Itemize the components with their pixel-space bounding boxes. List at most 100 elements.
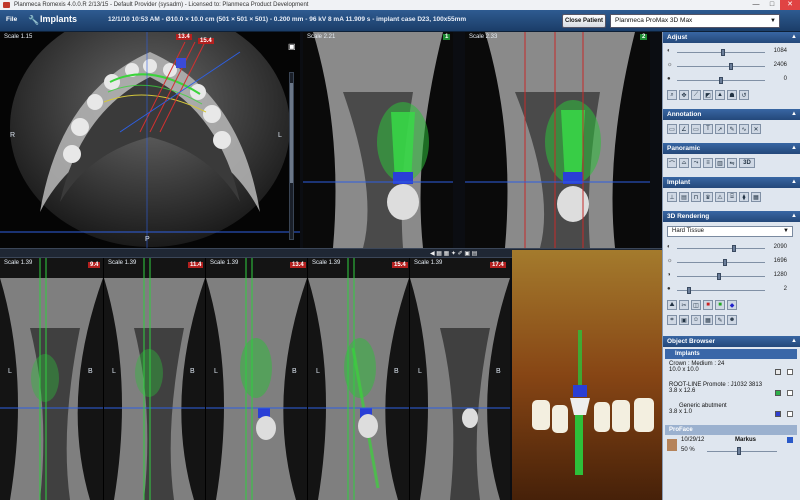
annotation-header[interactable]: Annotation ▲ bbox=[663, 109, 800, 120]
abutment-visible-checkbox[interactable] bbox=[787, 411, 793, 417]
rectangle-icon[interactable]: ▭ bbox=[691, 124, 701, 134]
object-item-implant[interactable]: ROOT-LINE Promote : J1032 3813 3.8 x 12.… bbox=[665, 382, 797, 402]
zoom-icon[interactable]: ⌕ bbox=[667, 90, 677, 100]
delete-icon[interactable]: ✕ bbox=[751, 124, 761, 134]
rendering-mode-select[interactable]: Hard Tissue ▼ bbox=[667, 226, 793, 237]
thickness-icon[interactable]: ≡ bbox=[703, 158, 713, 168]
slice-view-2[interactable]: Scale 1.39 11.4 L B bbox=[104, 258, 205, 500]
object-item-abutment[interactable]: Generic abutment 3.8 x 1.0 bbox=[665, 403, 797, 423]
file-menu[interactable]: File bbox=[6, 16, 17, 23]
abutment-icon[interactable]: ⊓ bbox=[691, 192, 701, 202]
panoramic-header[interactable]: Panoramic ▲ bbox=[663, 143, 800, 154]
axial-view[interactable]: Scale 1.15 13.4 15.4 R L P ▣ bbox=[0, 32, 300, 248]
face-icon[interactable]: ☺ bbox=[691, 315, 701, 325]
pencil-icon[interactable]: ✎ bbox=[715, 315, 725, 325]
crown-color-swatch[interactable] bbox=[775, 369, 781, 375]
report-icon[interactable]: ▦ bbox=[751, 192, 761, 202]
object-item-crown[interactable]: Crown : Medium : 24 10.0 x 10.0 bbox=[665, 361, 797, 381]
palette-icon[interactable]: ▦ bbox=[703, 315, 713, 325]
render-slider-2[interactable]: ☼ 1696 bbox=[667, 258, 797, 267]
clip-icon[interactable]: ✂ bbox=[679, 300, 689, 310]
slice-view-3[interactable]: Scale 1.39 13.4 L B bbox=[206, 258, 307, 500]
proface-color-swatch[interactable] bbox=[787, 437, 793, 443]
slice-5-scale: Scale 1.39 bbox=[414, 260, 443, 266]
angle-icon[interactable]: ∠ bbox=[679, 124, 689, 134]
guide-icon[interactable]: ⌸ bbox=[727, 192, 737, 202]
slice-view-5[interactable]: Scale 1.39 17.4 L B bbox=[410, 258, 510, 500]
slider-knob[interactable] bbox=[720, 49, 725, 56]
implant-library-icon[interactable]: ▤ bbox=[679, 192, 689, 202]
adjust-header[interactable]: Adjust ▲ bbox=[663, 32, 800, 43]
proface-opacity-track[interactable] bbox=[707, 451, 777, 452]
slider-knob[interactable] bbox=[687, 287, 692, 294]
slider-knob[interactable] bbox=[732, 245, 737, 252]
arrow-icon[interactable]: ➚ bbox=[715, 124, 725, 134]
render-3d-view[interactable] bbox=[512, 250, 662, 500]
render-slider-3[interactable]: ◑ 1280 bbox=[667, 272, 797, 281]
rendering-header[interactable]: 3D Rendering ▲ bbox=[663, 211, 800, 222]
pan-icon[interactable]: ✥ bbox=[679, 90, 689, 100]
invert-icon[interactable]: ◩ bbox=[703, 90, 713, 100]
curve-edit-icon[interactable]: ⌓ bbox=[679, 158, 689, 168]
implant-visible-checkbox[interactable] bbox=[787, 390, 793, 396]
close-window-button[interactable]: ✕ bbox=[780, 0, 800, 10]
slice-view-4[interactable]: Scale 1.39 15.4 L B bbox=[308, 258, 409, 500]
collision-icon[interactable]: ⚠ bbox=[715, 192, 725, 202]
brightness-slider[interactable]: ◐ 1084 bbox=[667, 48, 797, 57]
sharpen-icon[interactable]: ▲ bbox=[715, 90, 725, 100]
slice-1-l-label: L bbox=[8, 368, 12, 375]
curve-icon[interactable]: ⌒ bbox=[667, 158, 677, 168]
cube-blue-icon[interactable]: ◆ bbox=[727, 300, 737, 310]
crown-visible-checkbox[interactable] bbox=[787, 369, 793, 375]
cube-green-icon[interactable]: ■ bbox=[715, 300, 725, 310]
view-3d-button[interactable]: 3D bbox=[739, 158, 755, 168]
camera-icon[interactable]: ▣ bbox=[288, 42, 296, 51]
skull-icon[interactable]: ☗ bbox=[727, 90, 737, 100]
gamma-slider[interactable]: ● 0 bbox=[667, 76, 797, 85]
proface-item[interactable]: 10/29/12 Markus 50 % bbox=[665, 437, 797, 461]
landscape-icon[interactable]: ⛰ bbox=[667, 300, 677, 310]
implant-add-icon[interactable]: ⊥ bbox=[667, 192, 677, 202]
slice-plane-icon[interactable]: ◫ bbox=[691, 300, 701, 310]
cross-section-view-2[interactable]: Scale 2.33 2 bbox=[465, 32, 650, 248]
implant-color-swatch[interactable] bbox=[775, 390, 781, 396]
proface-opacity-knob[interactable] bbox=[737, 447, 741, 455]
slider-knob[interactable] bbox=[729, 63, 734, 70]
slider-knob[interactable] bbox=[719, 77, 723, 84]
implant-header[interactable]: Implant ▲ bbox=[663, 177, 800, 188]
photo-icon[interactable]: ▣ bbox=[679, 315, 689, 325]
ruler-icon[interactable]: ▭ bbox=[667, 124, 677, 134]
pen-icon[interactable]: ✎ bbox=[727, 124, 737, 134]
axial-scrollbar[interactable] bbox=[289, 72, 294, 240]
object-browser-header[interactable]: Object Browser ▲ bbox=[663, 336, 800, 347]
abutment-color-swatch[interactable] bbox=[775, 411, 781, 417]
tooth-icon[interactable]: ⧫ bbox=[739, 192, 749, 202]
head-icon[interactable]: ☻ bbox=[727, 315, 737, 325]
crown-icon[interactable]: ♛ bbox=[703, 192, 713, 202]
nerve-icon[interactable]: ∿ bbox=[739, 124, 749, 134]
minimize-button[interactable]: — bbox=[748, 0, 764, 10]
flip-icon[interactable]: ⇋ bbox=[727, 158, 737, 168]
maximize-button[interactable]: □ bbox=[764, 0, 780, 10]
render-slider-4[interactable]: ● 2 bbox=[667, 286, 797, 295]
cube-red-icon[interactable]: ■ bbox=[703, 300, 713, 310]
measure-icon[interactable]: ⟋ bbox=[691, 90, 701, 100]
contrast-slider[interactable]: ☼ 2406 bbox=[667, 62, 797, 71]
implants-group[interactable]: Implants bbox=[665, 349, 797, 359]
adjust-title: Adjust bbox=[667, 34, 688, 41]
cross-section-view-1[interactable]: Scale 2.21 1 bbox=[303, 32, 453, 248]
proface-group[interactable]: ProFace bbox=[665, 425, 797, 435]
render-slider-1[interactable]: ◐ 2090 bbox=[667, 244, 797, 253]
text-icon[interactable]: T bbox=[703, 124, 713, 134]
view-tools[interactable]: ◀ ▦ ▦ ✦ ✐ ▣ ▤ bbox=[430, 250, 510, 258]
curve-move-icon[interactable]: ⤳ bbox=[691, 158, 701, 168]
slider-knob[interactable] bbox=[723, 259, 728, 266]
slider-knob[interactable] bbox=[717, 273, 722, 280]
slice-view-1[interactable]: Scale 1.39 9.4 L B bbox=[0, 258, 103, 500]
device-select[interactable]: Planmeca ProMax 3D Max ▼ bbox=[610, 14, 780, 28]
slice-icon[interactable]: ▥ bbox=[715, 158, 725, 168]
close-patient-button[interactable]: Close Patient bbox=[562, 14, 606, 28]
proface-title: ProFace bbox=[669, 427, 693, 433]
reset-icon[interactable]: ↺ bbox=[739, 90, 749, 100]
crop-icon[interactable]: ⌗ bbox=[667, 315, 677, 325]
